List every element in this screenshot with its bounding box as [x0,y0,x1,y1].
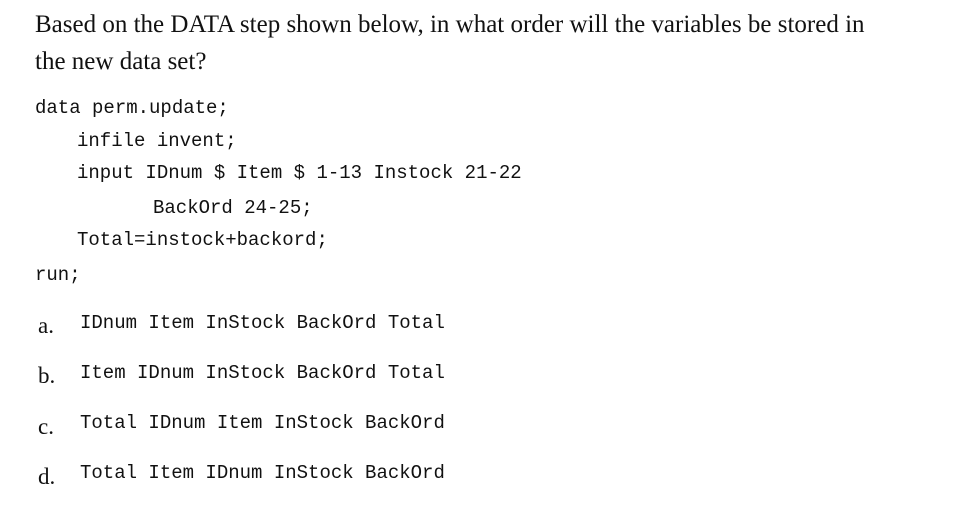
code-line-data: data perm.update; [35,97,229,119]
code-line-total: Total=instock+backord; [77,229,328,251]
option-text: Item IDnum InStock BackOrd Total [80,362,445,384]
code-line-input: input IDnum $ Item $ 1-13 Instock 21-22 [77,162,522,184]
code-line-infile: infile invent; [77,130,237,152]
code-line-run: run; [35,264,81,286]
question-text: Based on the DATA step shown below, in w… [35,11,865,75]
code-line-input-continued: BackOrd 24-25; [153,197,313,219]
option-letter: a. [38,313,54,338]
option-text: Total IDnum Item InStock BackOrd [80,412,445,434]
option-letter: d. [38,464,56,489]
option-text: Total Item IDnum InStock BackOrd [80,462,445,484]
option-text: IDnum Item InStock BackOrd Total [80,312,445,334]
option-letter: b. [38,363,56,388]
option-letter: c. [38,414,54,439]
